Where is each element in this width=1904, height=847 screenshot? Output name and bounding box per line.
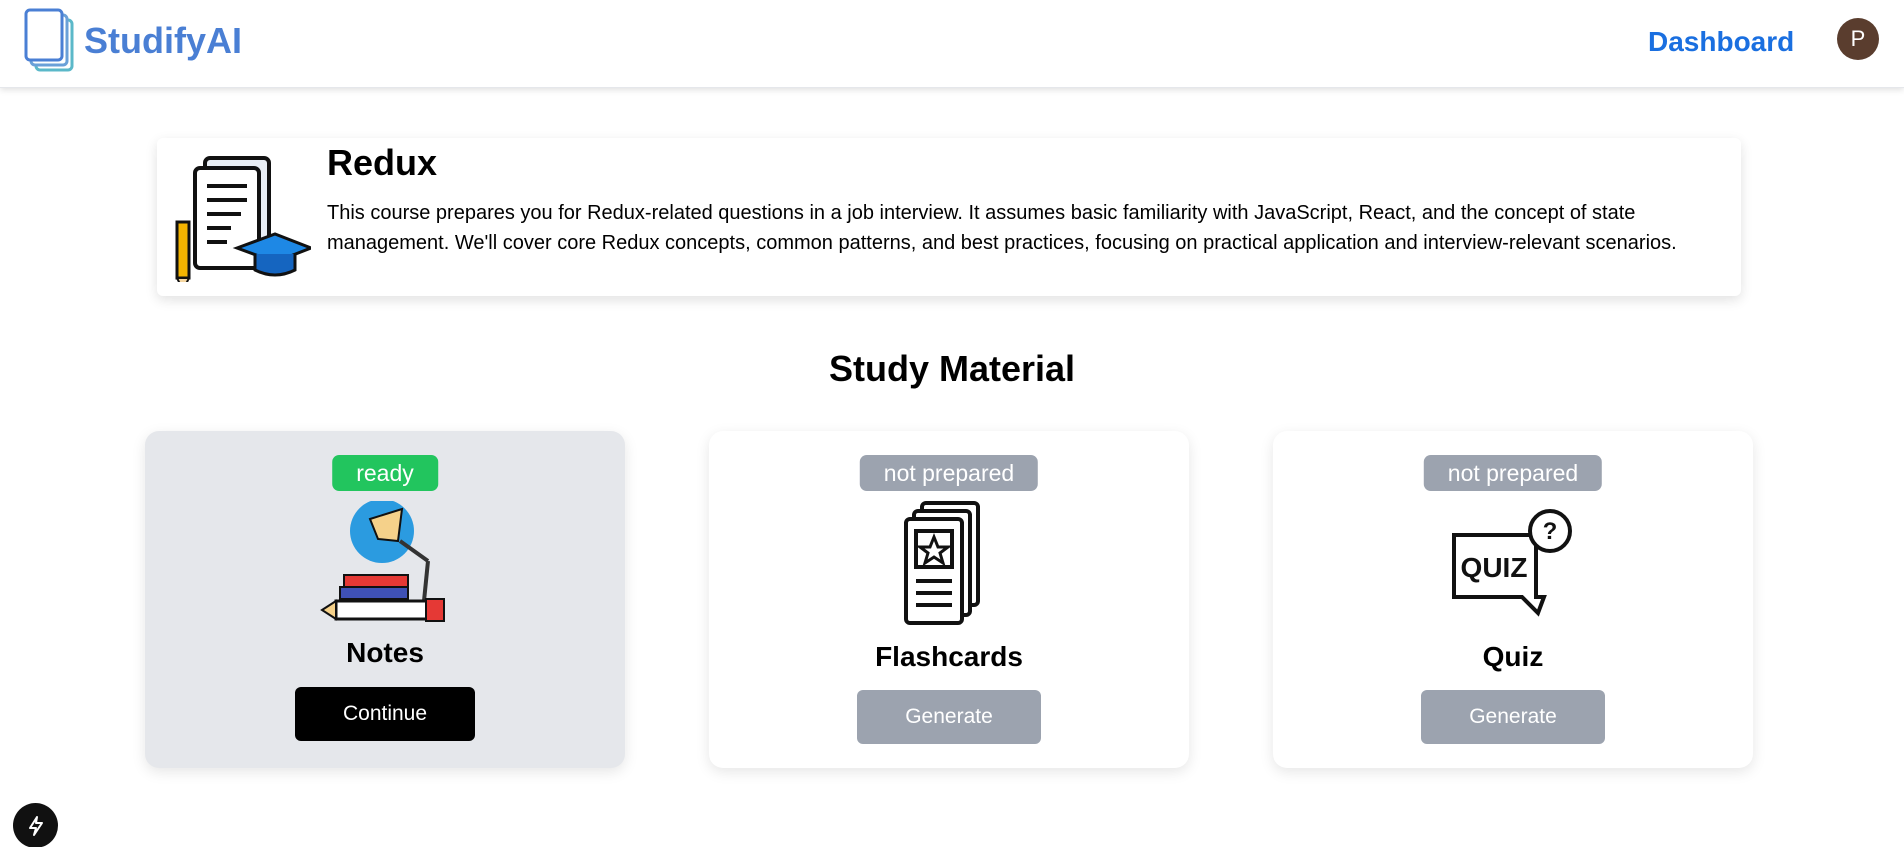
course-description: This course prepares you for Redux-relat… xyxy=(327,202,1677,254)
status-badge: not prepared xyxy=(859,455,1039,491)
card-title: Flashcards xyxy=(875,641,1023,672)
notes-icon xyxy=(320,501,445,622)
continue-button[interactable]: Continue xyxy=(295,687,475,741)
top-navbar: StudifyAI Dashboard P xyxy=(0,0,1904,88)
user-avatar[interactable]: P xyxy=(1837,18,1879,60)
card-title: Notes xyxy=(346,637,424,668)
nav-link-dashboard[interactable]: Dashboard xyxy=(1648,26,1794,58)
status-badge: not prepared xyxy=(1423,455,1603,491)
status-badge: ready xyxy=(332,455,438,491)
card-title: Quiz xyxy=(1482,641,1544,672)
flashcards-icon xyxy=(904,501,980,625)
svg-text:QUIZ: QUIZ xyxy=(1461,552,1528,583)
section-title-study-material: Study Material xyxy=(828,348,1076,389)
material-card-notes[interactable]: ready Notes Continue xyxy=(145,431,625,768)
lightning-icon xyxy=(28,815,43,836)
material-card-quiz[interactable]: not prepared ? QUIZ Quiz Generate xyxy=(1273,431,1753,768)
svg-text:?: ? xyxy=(1543,518,1558,545)
app-name: StudifyAI xyxy=(84,20,242,61)
app-logo[interactable]: StudifyAI xyxy=(24,8,242,74)
logo-icon xyxy=(24,8,74,72)
generate-button[interactable]: Generate xyxy=(857,690,1041,744)
material-card-flashcards[interactable]: not prepared Flashcards Generate xyxy=(709,431,1189,768)
generate-button[interactable]: Generate xyxy=(1421,690,1605,744)
lightning-fab-button[interactable] xyxy=(13,803,58,847)
quiz-icon: ? QUIZ xyxy=(1452,509,1572,617)
course-title: Redux xyxy=(327,142,438,183)
course-info-card: Redux This course prepares you for Redux… xyxy=(157,138,1741,296)
course-icon xyxy=(175,156,311,282)
